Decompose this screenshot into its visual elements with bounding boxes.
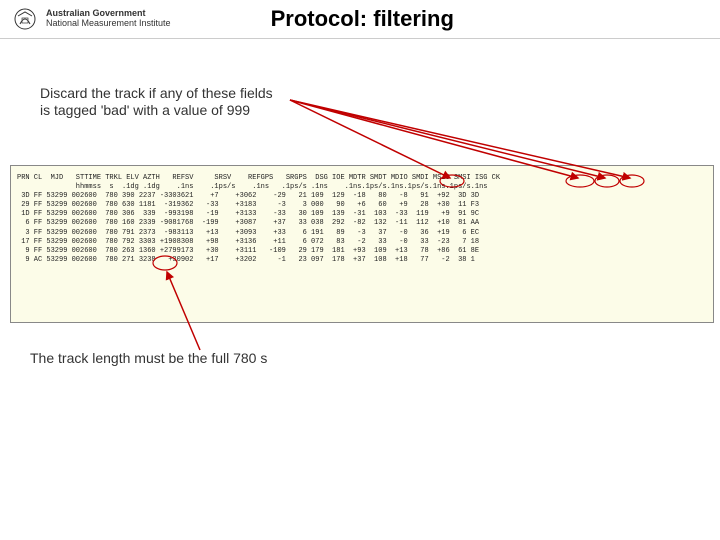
government-text: Australian Government National Measureme… xyxy=(46,9,171,29)
page-title: Protocol: filtering xyxy=(271,6,454,32)
gov-line2: National Measurement Institute xyxy=(46,19,171,29)
table-row: 6 FF 53299 002600 780 160 2339 -9081768 … xyxy=(17,219,479,227)
table-row: 3D FF 53299 002600 780 390 2237 -3303621… xyxy=(17,192,479,200)
instruction-line1: Discard the track if any of these fields xyxy=(40,85,273,101)
data-table: PRN CL MJD STTIME TRKL ELV AZTH REFSV SR… xyxy=(10,165,714,323)
government-crest-icon xyxy=(10,4,40,34)
table-row: 17 FF 53299 002600 780 792 3303 +1908308… xyxy=(17,238,479,246)
instruction-discard: Discard the track if any of these fields… xyxy=(40,85,273,119)
instruction-line2: is tagged 'bad' with a value of 999 xyxy=(40,102,250,118)
table-row: 1D FF 53299 002600 780 306 339 -993198 -… xyxy=(17,210,479,218)
table-row: 9 FF 53299 002600 780 263 1360 +2799173 … xyxy=(17,247,479,255)
table-row: 3 FF 53299 002600 780 791 2373 -983113 +… xyxy=(17,229,479,237)
instruction-tracklength: The track length must be the full 780 s xyxy=(30,350,267,366)
table-header2: hhmmss s .1dg .1dg .1ns .1ps/s .1ns .1ps… xyxy=(17,183,487,191)
table-row: 29 FF 53299 002600 780 630 1181 -319362 … xyxy=(17,201,479,209)
table-row: 9 AC 53299 002600 780 271 3238 +30902 +1… xyxy=(17,256,475,264)
header-bar: Australian Government National Measureme… xyxy=(0,0,720,39)
table-header1: PRN CL MJD STTIME TRKL ELV AZTH REFSV SR… xyxy=(17,174,500,182)
